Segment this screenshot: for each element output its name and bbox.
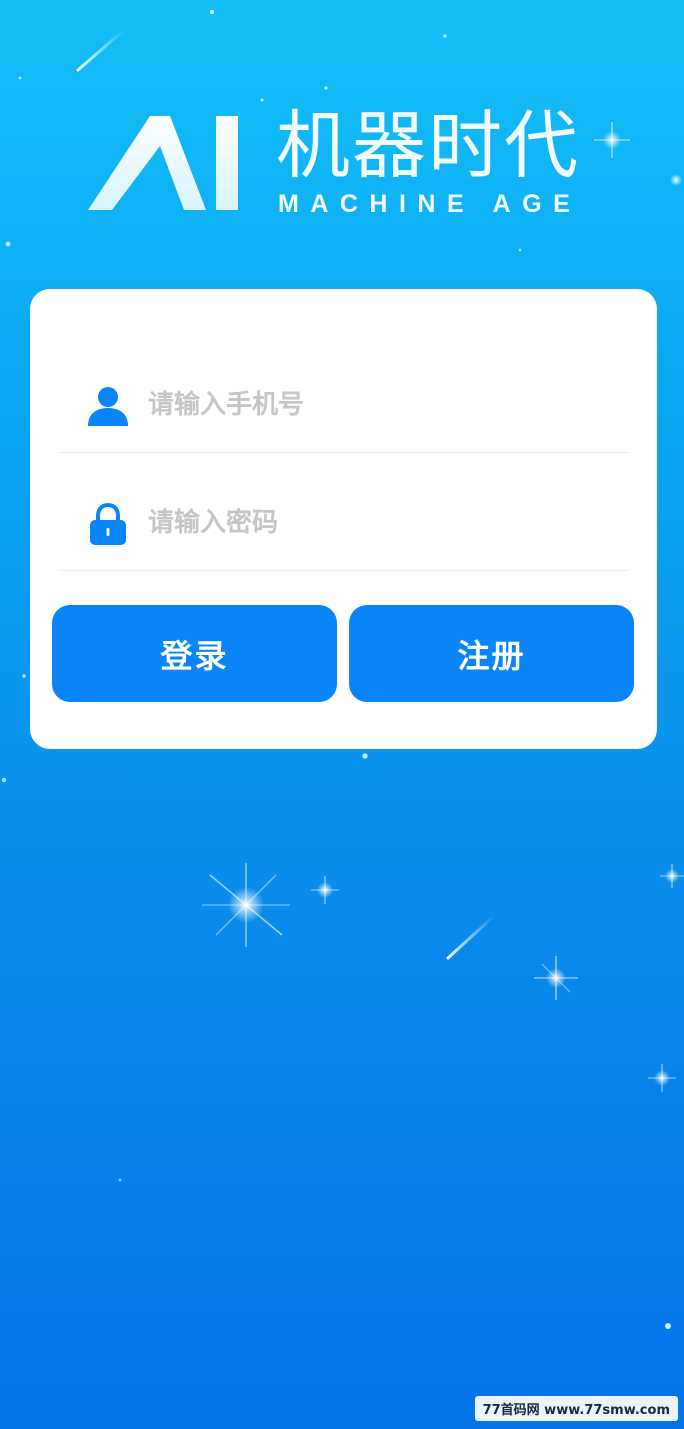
login-card: 登录 注册 [30, 289, 657, 749]
login-button[interactable]: 登录 [52, 605, 337, 702]
phone-field-row [58, 360, 629, 453]
phone-input[interactable] [148, 380, 608, 430]
password-field-row [58, 478, 629, 571]
site-watermark: 77首码网 www.77smw.com [474, 1396, 678, 1421]
app-logo: 机器时代 MACHINE AGE [88, 104, 608, 224]
logo-title-en: MACHINE AGE [278, 190, 582, 218]
ai-logo-mark [88, 116, 238, 210]
register-button[interactable]: 注册 [349, 605, 634, 702]
user-icon [88, 387, 128, 426]
lock-icon [90, 502, 126, 545]
logo-title-cn: 机器时代 [276, 103, 580, 189]
password-input[interactable] [148, 498, 608, 548]
